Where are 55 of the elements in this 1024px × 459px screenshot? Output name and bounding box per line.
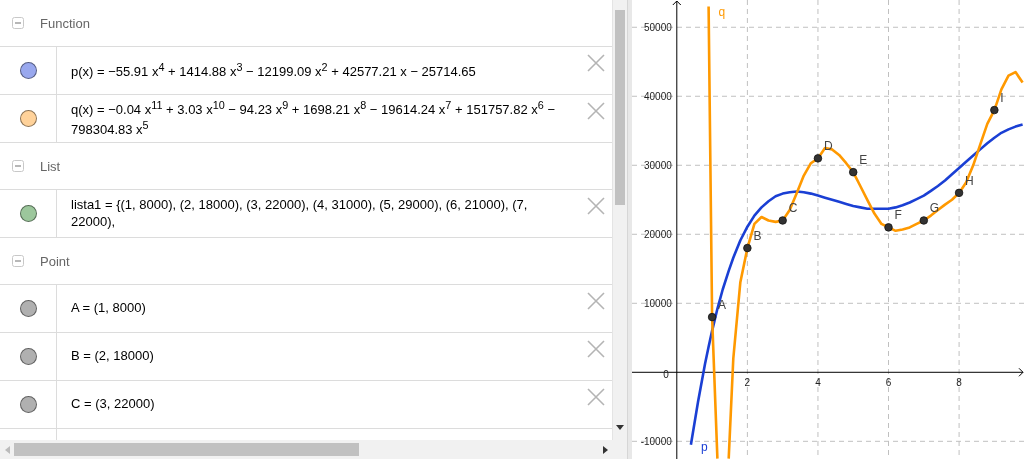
point-label: I bbox=[1000, 91, 1004, 106]
group-heading: Function bbox=[40, 15, 90, 31]
point-marker[interactable] bbox=[849, 167, 858, 177]
point-marker[interactable] bbox=[990, 105, 999, 115]
point-marker[interactable] bbox=[778, 216, 787, 225]
point-marker[interactable] bbox=[954, 188, 964, 198]
function-curve[interactable] bbox=[689, 123, 1023, 445]
vertical-scrollbar[interactable] bbox=[613, 0, 627, 440]
axis-tick-label: 4 bbox=[815, 377, 821, 389]
axis-tick-label: 50000 bbox=[644, 22, 672, 34]
axis-tick-label: 10000 bbox=[644, 298, 672, 310]
close-icon[interactable] bbox=[587, 340, 605, 358]
point-label: F bbox=[894, 208, 902, 223]
point-label: B bbox=[753, 229, 762, 244]
close-icon[interactable] bbox=[587, 292, 605, 310]
axis-tick-label: -10000 bbox=[640, 436, 672, 448]
close-icon[interactable] bbox=[587, 102, 605, 120]
scrollbar-thumb[interactable] bbox=[14, 443, 359, 456]
scrollbar-thumb[interactable] bbox=[615, 10, 625, 205]
point-marker[interactable] bbox=[919, 216, 928, 225]
point-marker[interactable] bbox=[707, 312, 717, 322]
point-marker[interactable] bbox=[743, 243, 752, 253]
point-marker[interactable] bbox=[813, 154, 823, 163]
visibility-toggle[interactable] bbox=[19, 110, 37, 127]
close-icon[interactable] bbox=[587, 54, 605, 72]
horizontal-scrollbar[interactable] bbox=[0, 440, 613, 459]
algebra-entry[interactable]: p(x) = −55.91 x$^{4}$ + 1414.88 x$^{3}$ − 12199.09 x$^{2}$ + 42577.21 x − 25714.65 bbox=[57, 60, 612, 81]
visibility-toggle[interactable] bbox=[19, 396, 37, 413]
axis-tick-label: 6 bbox=[885, 377, 892, 389]
curve-label: p bbox=[700, 440, 708, 454]
algebra-entry[interactable]: B = (2, 18000) bbox=[57, 348, 612, 365]
visibility-toggle[interactable] bbox=[19, 205, 37, 222]
point-label: G bbox=[929, 201, 940, 216]
close-icon[interactable] bbox=[587, 197, 605, 215]
algebra-entry[interactable]: q(x) = −0.04 x$^{11}$ + 3.03 x$^{10}$ − 94.23 x$^{9}$ + 1698.21 x$^{8}$ − 19614.24 x$^{7}$ + 151757.82 x$^{6}$ − 798304.83 x$^{5}$ bbox=[57, 98, 612, 139]
close-icon[interactable] bbox=[587, 388, 605, 406]
visibility-toggle[interactable] bbox=[19, 62, 37, 79]
axis-tick-label: 40000 bbox=[644, 91, 672, 103]
group-heading: Point bbox=[40, 253, 70, 269]
point-marker[interactable] bbox=[884, 223, 893, 232]
axis-tick-label: 8 bbox=[956, 377, 962, 389]
point-label: H bbox=[965, 173, 974, 188]
scroll-down-icon[interactable] bbox=[616, 425, 624, 430]
axis-tick-label: 2 bbox=[744, 377, 751, 389]
group-heading: List bbox=[40, 158, 61, 174]
algebra-entry[interactable]: lista1 = {(1, 8000), (2, 18000), (3, 22000), (4, 31000), (5, 29000), (6, 21000), (7, 22000), bbox=[57, 197, 612, 230]
visibility-toggle[interactable] bbox=[19, 300, 37, 317]
curve-label: q bbox=[718, 5, 726, 19]
scroll-right-icon[interactable] bbox=[603, 445, 608, 454]
axis-tick-label: 20000 bbox=[644, 229, 672, 241]
axis-tick-label: 30000 bbox=[644, 160, 672, 172]
point-label: E bbox=[859, 153, 868, 168]
algebra-entry[interactable]: A = (1, 8000) bbox=[57, 300, 612, 317]
visibility-toggle[interactable] bbox=[19, 348, 37, 365]
algebra-entry[interactable]: C = (3, 22000) bbox=[57, 396, 612, 413]
